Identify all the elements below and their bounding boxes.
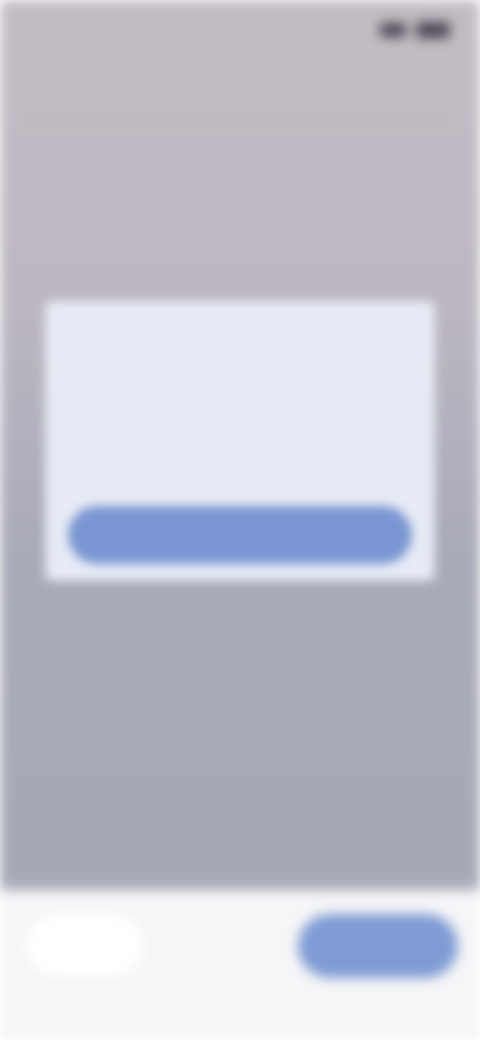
modal-dialog bbox=[46, 302, 434, 580]
screen bbox=[0, 0, 480, 1040]
dialog-layer bbox=[0, 0, 480, 1040]
dialog-confirm-button[interactable] bbox=[68, 506, 412, 564]
